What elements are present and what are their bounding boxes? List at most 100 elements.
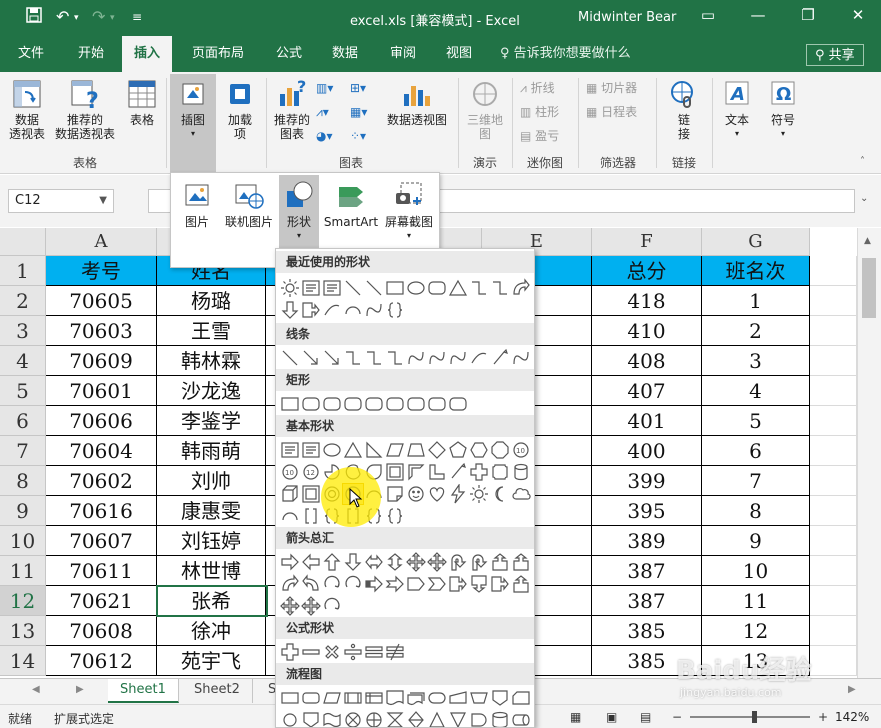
- shape-rrect-icon[interactable]: [322, 394, 342, 414]
- cell-empty[interactable]: [810, 376, 857, 406]
- shape-rrect-icon[interactable]: [427, 278, 447, 298]
- shape-rrect-icon[interactable]: [406, 394, 426, 414]
- shape-oval-icon[interactable]: [322, 440, 342, 460]
- shape-quad-icon[interactable]: [280, 596, 300, 616]
- shape-rrect-icon[interactable]: [448, 394, 468, 414]
- cell-g8[interactable]: 7: [702, 466, 810, 496]
- shape-pent-icon[interactable]: [448, 440, 468, 460]
- shape-flow-card-icon[interactable]: [511, 688, 531, 708]
- shape-flow-data-icon[interactable]: [322, 688, 342, 708]
- shape-trap-icon[interactable]: [406, 440, 426, 460]
- shape-heart-icon[interactable]: [427, 484, 447, 504]
- cell-empty[interactable]: [810, 436, 857, 466]
- tab-insert[interactable]: 插入: [122, 36, 173, 72]
- shape-num12-icon[interactable]: 12: [301, 462, 321, 482]
- shape-curved-r-icon[interactable]: [511, 278, 531, 298]
- cell-b7[interactable]: 韩雨萌: [157, 436, 266, 466]
- cell-b13[interactable]: 徐冲: [157, 616, 266, 646]
- cell-empty[interactable]: [810, 616, 857, 646]
- tab-review[interactable]: 审阅: [378, 36, 428, 72]
- cell-empty[interactable]: [810, 526, 857, 556]
- shape-rrect-icon[interactable]: [427, 394, 447, 414]
- shape-oval-icon[interactable]: [406, 278, 426, 298]
- cell-b10[interactable]: 刘钰婷: [157, 526, 266, 556]
- cell-g13[interactable]: 12: [702, 616, 810, 646]
- cell-empty[interactable]: [810, 346, 857, 376]
- shape-rtri-icon[interactable]: [364, 440, 384, 460]
- shape-arrowline-icon[interactable]: [301, 348, 321, 368]
- shape-curve-icon[interactable]: [427, 348, 447, 368]
- shape-plus-icon[interactable]: [469, 462, 489, 482]
- save-icon[interactable]: [26, 7, 42, 27]
- shape-flow-or-icon[interactable]: [364, 710, 384, 727]
- cell-a5[interactable]: 70601: [46, 376, 157, 406]
- shape-uturn-icon[interactable]: [469, 552, 489, 572]
- cell-a4[interactable]: 70609: [46, 346, 157, 376]
- shape-flow-proc-icon[interactable]: [280, 688, 300, 708]
- shape-frame-icon[interactable]: [385, 462, 405, 482]
- sparkline-line-button[interactable]: ⩘ 折线: [520, 78, 555, 98]
- shape-rect-icon[interactable]: [385, 278, 405, 298]
- shape-notequal-icon[interactable]: [385, 642, 405, 662]
- shape-tri-icon[interactable]: [448, 278, 468, 298]
- shape-arr-u-d-icon[interactable]: [385, 552, 405, 572]
- row-header-10[interactable]: 10: [0, 526, 46, 556]
- timeline-button[interactable]: ▦ 日程表: [586, 102, 637, 122]
- symbol-button[interactable]: Ω 符号 ▾: [764, 78, 802, 141]
- pivot-table-button[interactable]: 数据 透视表: [6, 78, 48, 141]
- smartart-button[interactable]: SmartArt: [323, 179, 379, 229]
- hierarchy-chart-icon[interactable]: ⊞▾: [350, 78, 366, 98]
- shape-circ-arrow-icon[interactable]: [322, 596, 342, 616]
- shape-curved-r-icon[interactable]: [280, 574, 300, 594]
- shape-line-icon[interactable]: [343, 278, 363, 298]
- shape-ellipse-brush-icon[interactable]: [448, 462, 468, 482]
- shape-callout-u-icon[interactable]: [511, 552, 531, 572]
- cell-f9[interactable]: 395: [592, 496, 702, 526]
- shape-quad-icon[interactable]: [427, 552, 447, 572]
- shape-arc-icon[interactable]: [280, 506, 300, 526]
- cell-empty[interactable]: [810, 556, 857, 586]
- shape-flow-off-icon[interactable]: [301, 710, 321, 727]
- shape-can-icon[interactable]: [511, 462, 531, 482]
- shape-swoosh-icon[interactable]: [469, 348, 489, 368]
- cell-g6[interactable]: 5: [702, 406, 810, 436]
- collapse-ribbon-icon[interactable]: ˄: [860, 156, 865, 167]
- shape-arr-l-r-icon[interactable]: [364, 552, 384, 572]
- sheet-tab-1[interactable]: Sheet1: [108, 679, 179, 703]
- undo-icon[interactable]: ↶: [56, 7, 69, 26]
- shape-num10-icon[interactable]: 10: [280, 462, 300, 482]
- illustrations-button[interactable]: 插图 ▾: [174, 78, 212, 141]
- scroll-right-icon[interactable]: ▶: [848, 684, 856, 695]
- shape-plaque-icon[interactable]: [490, 462, 510, 482]
- shape-line-icon[interactable]: [280, 348, 300, 368]
- 3d-map-button[interactable]: 三维地 图: [464, 78, 506, 141]
- shape-striped-icon[interactable]: [364, 574, 384, 594]
- online-picture-button[interactable]: 联机图片: [221, 179, 277, 229]
- shape-rrect-icon[interactable]: [343, 394, 363, 414]
- cell-empty[interactable]: [810, 316, 857, 346]
- shape-swoosh-icon[interactable]: [322, 300, 342, 320]
- ribbon-display-icon[interactable]: ▭: [693, 6, 723, 28]
- tab-view[interactable]: 视图: [434, 36, 484, 72]
- cell-empty[interactable]: [810, 646, 857, 676]
- cell-b14[interactable]: 苑宇飞: [157, 646, 266, 676]
- zoom-in-icon[interactable]: +: [818, 710, 828, 724]
- shape-flow-op-icon[interactable]: [469, 688, 489, 708]
- shape-flow-alt-icon[interactable]: [301, 688, 321, 708]
- shape-textbox-icon[interactable]: [280, 440, 300, 460]
- cell-b3[interactable]: 王雪: [157, 316, 266, 346]
- cell-empty[interactable]: [810, 256, 857, 286]
- cell-a13[interactable]: 70608: [46, 616, 157, 646]
- pivot-chart-button[interactable]: 数据透视图: [384, 78, 450, 127]
- cell-a1[interactable]: 考号: [46, 256, 157, 286]
- shape-callout-u-icon[interactable]: [490, 552, 510, 572]
- cell-f1[interactable]: 总分: [592, 256, 702, 286]
- shape-chevron-icon[interactable]: [427, 574, 447, 594]
- minimize-icon[interactable]: —: [743, 6, 773, 28]
- row-header-6[interactable]: 6: [0, 406, 46, 436]
- row-header-2[interactable]: 2: [0, 286, 46, 316]
- cell-empty[interactable]: [810, 406, 857, 436]
- shape-callout-u-icon[interactable]: [511, 574, 531, 594]
- stat-chart-icon[interactable]: ▦▾: [350, 102, 367, 122]
- recommended-charts-button[interactable]: ? 推荐的 图表: [272, 78, 312, 141]
